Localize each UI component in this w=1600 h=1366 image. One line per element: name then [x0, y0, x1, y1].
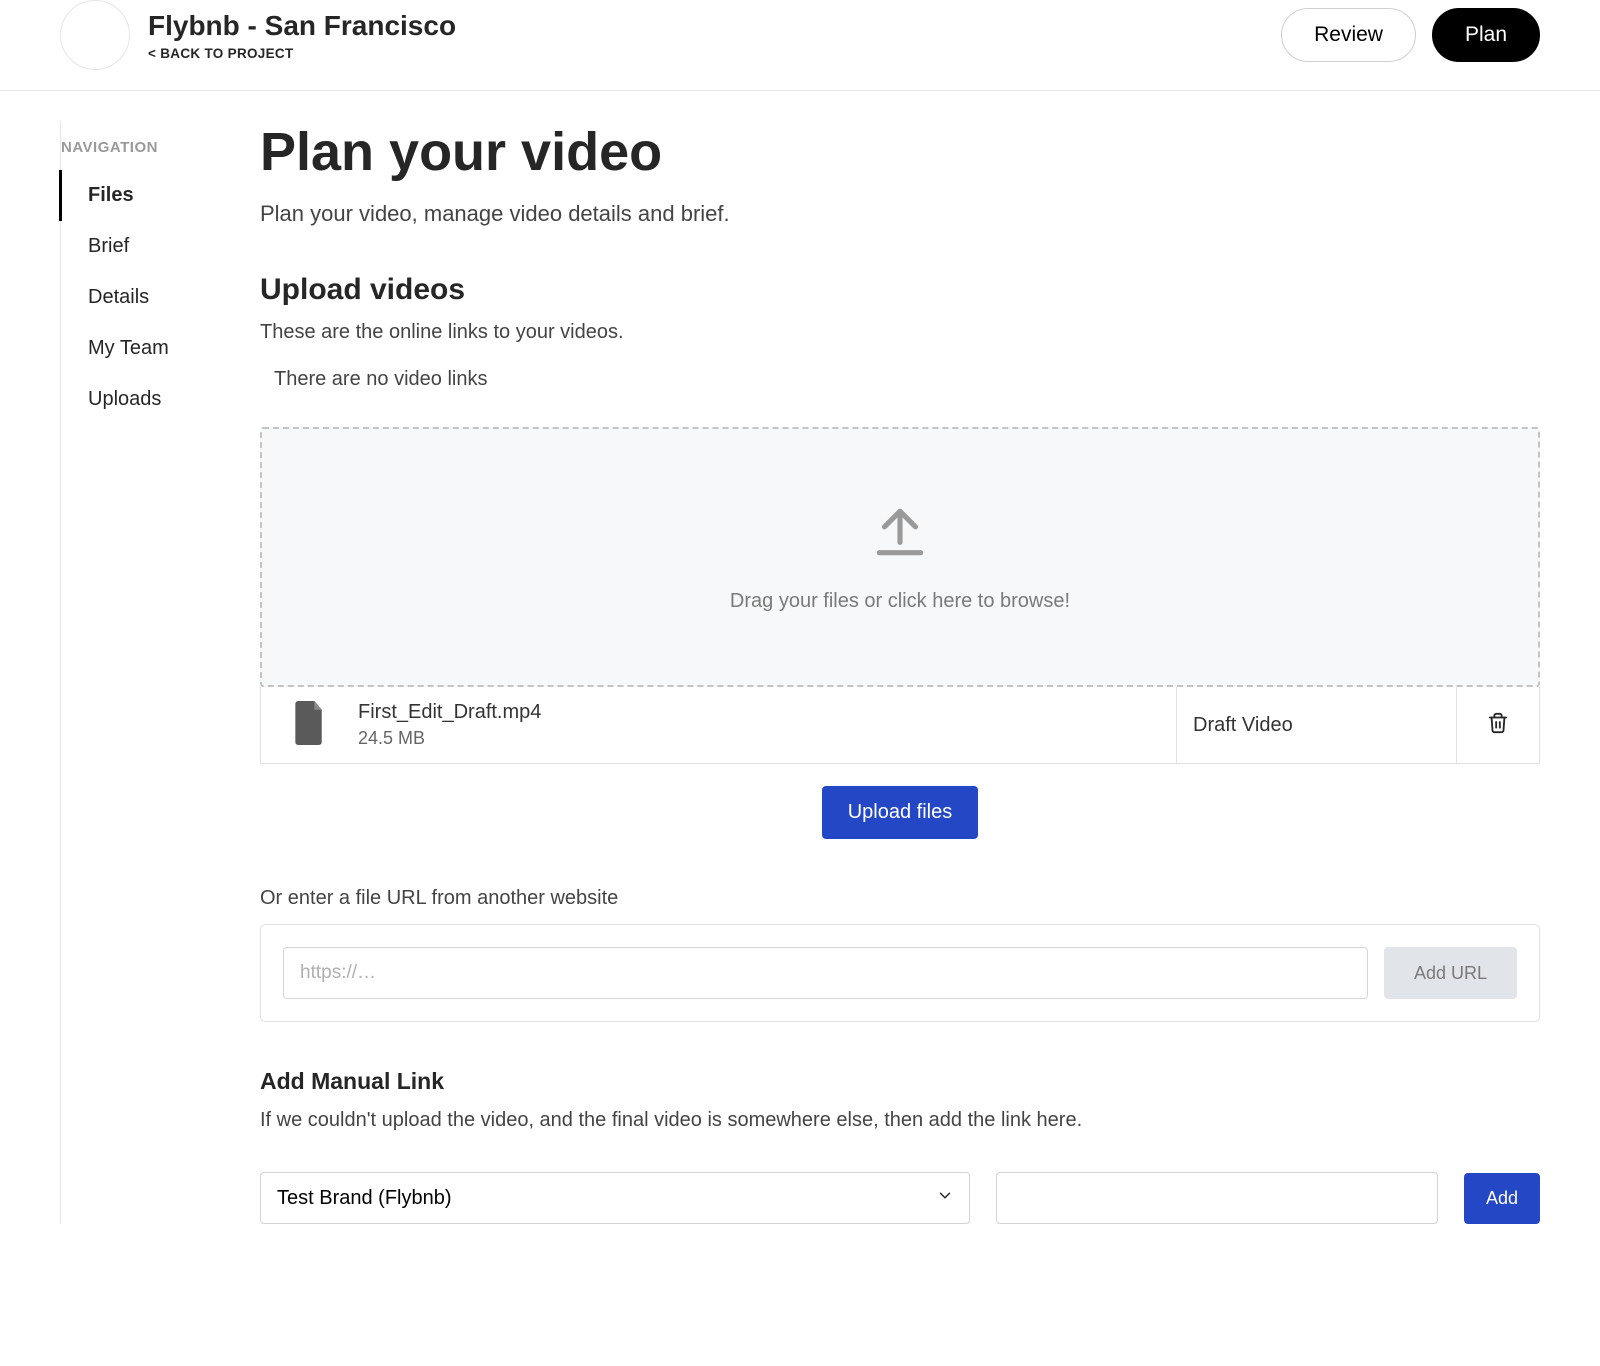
review-tab-button[interactable]: Review	[1281, 8, 1416, 62]
url-section-label: Or enter a file URL from another website	[260, 887, 1540, 910]
main-content: Plan your video Plan your video, manage …	[260, 121, 1540, 1224]
page-subtitle: Plan your video, manage video details an…	[260, 201, 1540, 227]
file-info: First_Edit_Draft.mp4 24.5 MB	[358, 687, 1176, 763]
dropzone-text: Drag your files or click here to browse!	[730, 590, 1070, 613]
manual-link-desc: If we couldn't upload the video, and the…	[260, 1109, 1540, 1132]
manual-link-heading: Add Manual Link	[260, 1068, 1540, 1095]
nav-heading: NAVIGATION	[61, 121, 230, 170]
manual-link-row: Test Brand (Flybnb) Add	[260, 1172, 1540, 1224]
sidebar-item-details[interactable]: Details	[59, 272, 230, 323]
sidebar: NAVIGATION Files Brief Details My Team U…	[60, 121, 230, 1224]
back-to-project-link[interactable]: < BACK TO PROJECT	[148, 46, 456, 61]
sidebar-item-label: Files	[88, 184, 134, 206]
sidebar-item-my-team[interactable]: My Team	[59, 323, 230, 374]
upload-desc: These are the online links to your video…	[260, 321, 1540, 344]
file-icon	[292, 701, 328, 750]
app-header: Flybnb - San Francisco < BACK TO PROJECT…	[0, 0, 1600, 91]
sidebar-item-label: My Team	[88, 337, 169, 359]
sidebar-item-label: Uploads	[88, 388, 161, 410]
file-type: Draft Video	[1176, 687, 1456, 763]
upload-files-button[interactable]: Upload files	[822, 786, 979, 839]
upload-heading: Upload videos	[260, 273, 1540, 307]
project-avatar	[60, 0, 130, 70]
file-icon-cell	[261, 687, 358, 763]
url-box: Add URL	[260, 924, 1540, 1022]
add-manual-link-button[interactable]: Add	[1464, 1173, 1540, 1224]
sidebar-item-uploads[interactable]: Uploads	[59, 374, 230, 425]
manual-link-input[interactable]	[996, 1172, 1438, 1224]
file-row: First_Edit_Draft.mp4 24.5 MB Draft Video	[260, 687, 1540, 764]
header-left: Flybnb - San Francisco < BACK TO PROJECT	[60, 0, 456, 70]
project-title: Flybnb - San Francisco	[148, 10, 456, 42]
sidebar-item-brief[interactable]: Brief	[59, 221, 230, 272]
add-url-button[interactable]: Add URL	[1384, 947, 1517, 999]
sidebar-item-label: Details	[88, 286, 149, 308]
sidebar-item-files[interactable]: Files	[59, 170, 230, 221]
file-dropzone[interactable]: Drag your files or click here to browse!	[260, 427, 1540, 687]
url-input[interactable]	[283, 947, 1368, 999]
upload-icon	[869, 501, 931, 568]
file-size: 24.5 MB	[358, 728, 1176, 749]
trash-icon	[1487, 712, 1509, 739]
brand-select[interactable]: Test Brand (Flybnb)	[260, 1172, 970, 1224]
plan-tab-button[interactable]: Plan	[1432, 8, 1540, 62]
title-block: Flybnb - San Francisco < BACK TO PROJECT	[148, 10, 456, 61]
header-right: Review Plan	[1281, 8, 1540, 62]
sidebar-item-label: Brief	[88, 235, 129, 257]
page-title: Plan your video	[260, 121, 1540, 183]
file-name: First_Edit_Draft.mp4	[358, 701, 1176, 724]
delete-file-button[interactable]	[1456, 687, 1539, 763]
no-video-links-message: There are no video links	[260, 368, 1540, 391]
